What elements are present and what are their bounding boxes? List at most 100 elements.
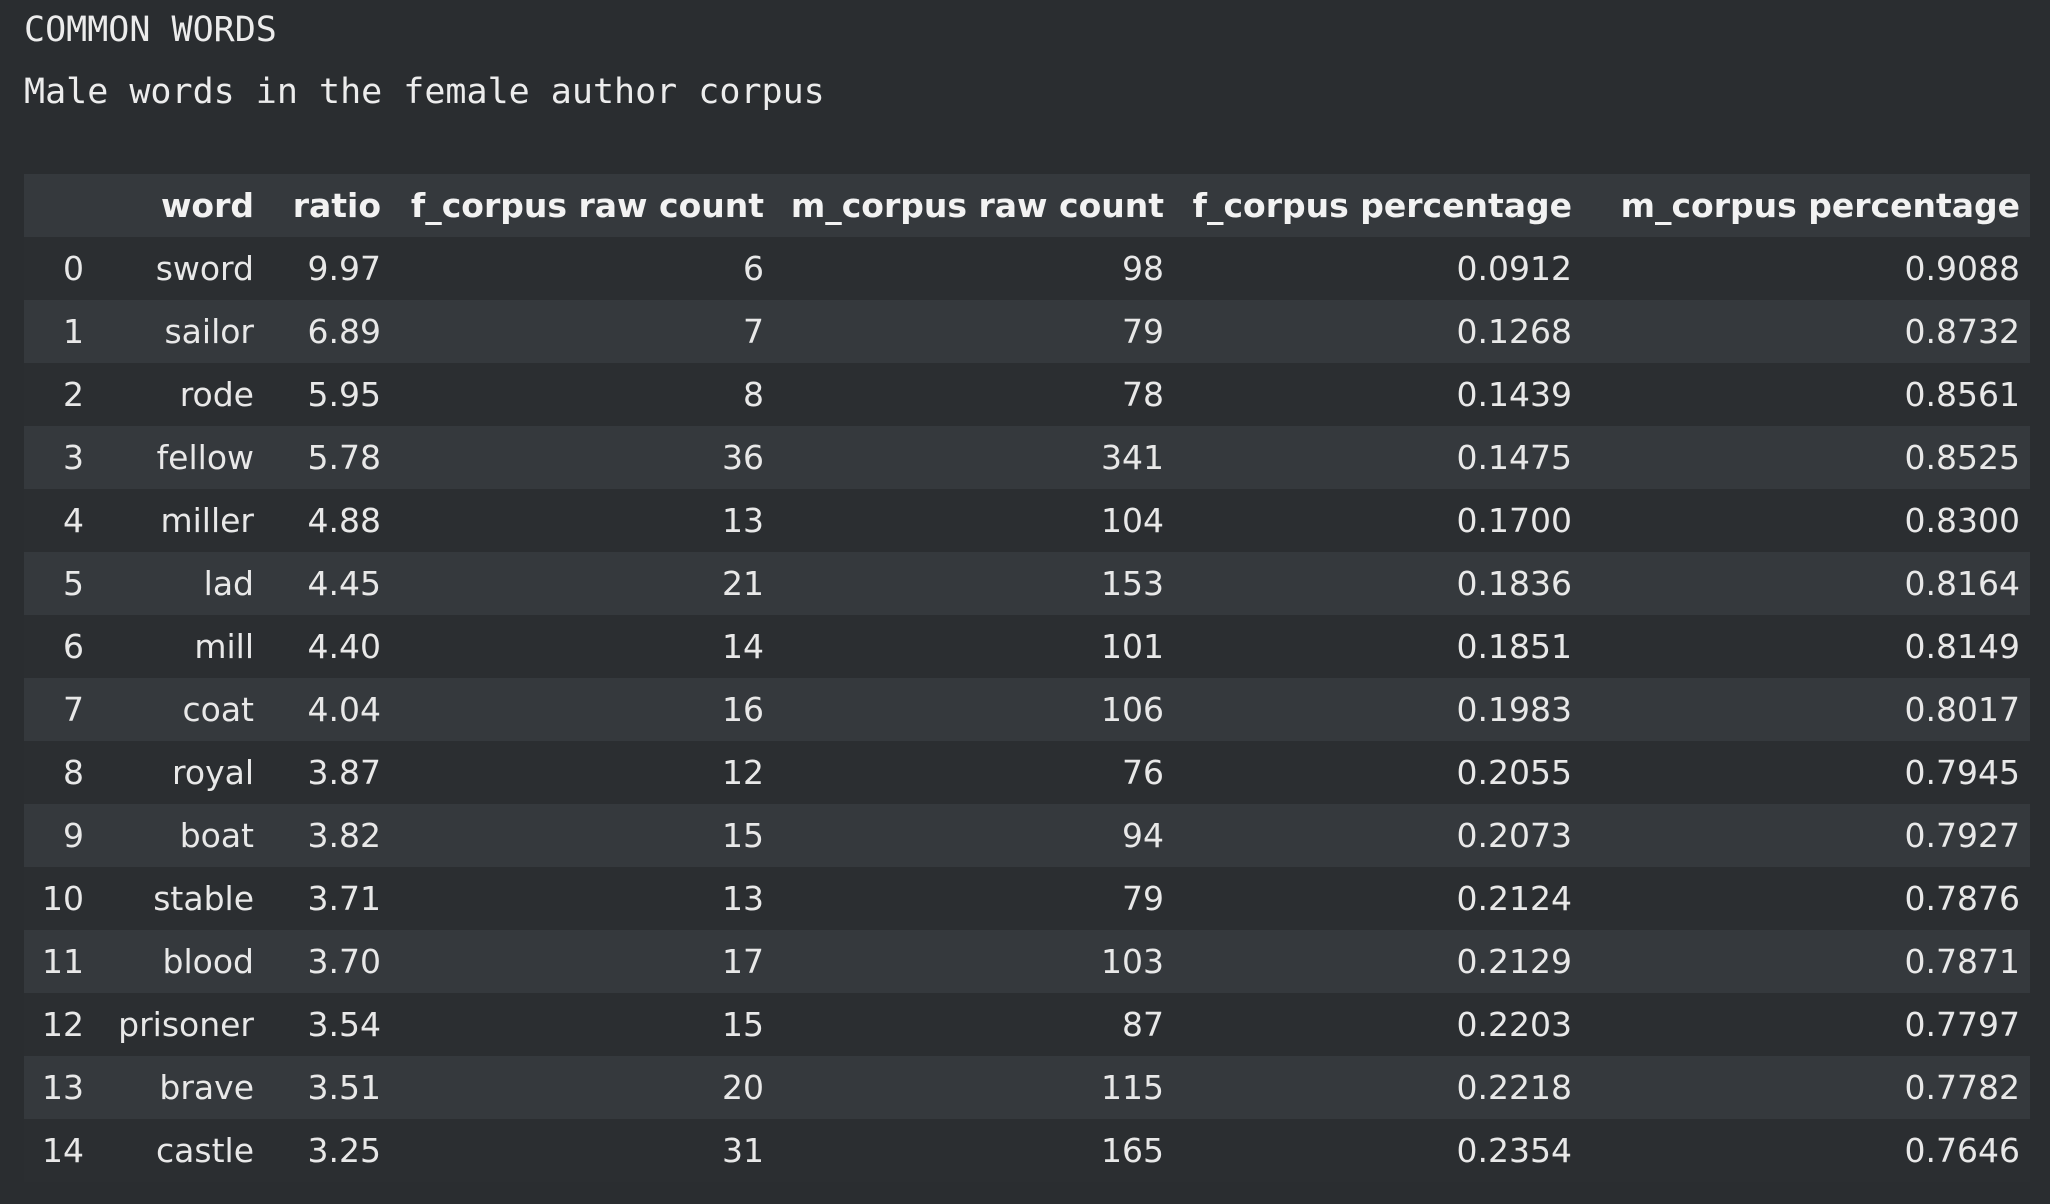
m-corpus-raw-count-cell: 103 (1101, 942, 1164, 981)
f-corpus-percentage-cell: 0.1475 (1456, 438, 1572, 477)
word-cell: brave (159, 1068, 254, 1107)
f-corpus-percentage-cell: 0.2055 (1456, 753, 1572, 792)
f-corpus-raw-count-cell: 13 (722, 879, 764, 918)
f-corpus-percentage-cell: 0.1268 (1456, 312, 1572, 351)
table-row: 12 prisoner 3.54 15 87 0.2203 0.7797 (24, 993, 2030, 1056)
column-header-f-corpus-raw-count: f_corpus raw count (410, 186, 764, 225)
ratio-cell: 4.40 (307, 627, 381, 666)
table-row: 9 boat 3.82 15 94 0.2073 0.7927 (24, 804, 2030, 867)
ratio-cell: 3.51 (307, 1068, 381, 1107)
row-index-cell: 6 (63, 627, 84, 666)
m-corpus-raw-count-cell: 341 (1101, 438, 1164, 477)
word-cell: blood (162, 942, 254, 981)
row-index-cell: 1 (63, 312, 84, 351)
column-header-word: word (160, 186, 254, 225)
ratio-cell: 4.04 (307, 690, 381, 729)
word-cell: sailor (164, 312, 254, 351)
f-corpus-percentage-cell: 0.2124 (1456, 879, 1572, 918)
row-index-cell: 9 (63, 816, 84, 855)
output-title: COMMON WORDS (24, 10, 277, 50)
table-row: 3 fellow 5.78 36 341 0.1475 0.8525 (24, 426, 2030, 489)
m-corpus-raw-count-cell: 79 (1122, 312, 1164, 351)
word-cell: coat (182, 690, 255, 729)
ratio-cell: 3.70 (307, 942, 381, 981)
table-row: 4 miller 4.88 13 104 0.1700 0.8300 (24, 489, 2030, 552)
f-corpus-raw-count-cell: 8 (743, 375, 764, 414)
f-corpus-percentage-cell: 0.1983 (1456, 690, 1572, 729)
m-corpus-percentage-cell: 0.8561 (1904, 375, 2020, 414)
m-corpus-raw-count-cell: 104 (1101, 501, 1164, 540)
ratio-cell: 5.95 (307, 375, 381, 414)
f-corpus-raw-count-cell: 15 (722, 816, 764, 855)
f-corpus-raw-count-cell: 31 (722, 1131, 764, 1170)
row-index-cell: 11 (42, 942, 84, 981)
row-index-cell: 7 (63, 690, 84, 729)
ratio-cell: 3.82 (307, 816, 381, 855)
f-corpus-raw-count-cell: 12 (722, 753, 764, 792)
m-corpus-raw-count-cell: 87 (1122, 1005, 1164, 1044)
table-row: 14 castle 3.25 31 165 0.2354 0.7646 (24, 1119, 2030, 1182)
word-cell: miller (160, 501, 254, 540)
f-corpus-raw-count-cell: 6 (743, 249, 764, 288)
f-corpus-percentage-cell: 0.2073 (1456, 816, 1572, 855)
m-corpus-raw-count-cell: 94 (1122, 816, 1164, 855)
table-row: 7 coat 4.04 16 106 0.1983 0.8017 (24, 678, 2030, 741)
m-corpus-raw-count-cell: 165 (1101, 1131, 1164, 1170)
word-cell: prisoner (118, 1005, 254, 1044)
m-corpus-raw-count-cell: 101 (1101, 627, 1164, 666)
ratio-cell: 4.45 (307, 564, 381, 603)
m-corpus-percentage-cell: 0.7782 (1904, 1068, 2020, 1107)
ratio-cell: 3.54 (307, 1005, 381, 1044)
row-index-cell: 12 (42, 1005, 84, 1044)
word-cell: royal (172, 753, 254, 792)
ratio-cell: 3.87 (307, 753, 381, 792)
f-corpus-raw-count-cell: 14 (722, 627, 764, 666)
ratio-cell: 3.71 (307, 879, 381, 918)
f-corpus-percentage-cell: 0.2218 (1456, 1068, 1572, 1107)
f-corpus-percentage-cell: 0.0912 (1456, 249, 1572, 288)
m-corpus-percentage-cell: 0.7876 (1904, 879, 2020, 918)
m-corpus-percentage-cell: 0.7797 (1904, 1005, 2020, 1044)
table-row: 11 blood 3.70 17 103 0.2129 0.7871 (24, 930, 2030, 993)
m-corpus-percentage-cell: 0.7945 (1904, 753, 2020, 792)
table-body: 0 sword 9.97 6 98 0.0912 0.9088 1 sailor 6.89 7 79 0… (24, 237, 2030, 1182)
m-corpus-percentage-cell: 0.8017 (1904, 690, 2020, 729)
row-index-cell: 5 (63, 564, 84, 603)
ratio-cell: 4.88 (307, 501, 381, 540)
m-corpus-raw-count-cell: 115 (1101, 1068, 1164, 1107)
table-row: 2 rode 5.95 8 78 0.1439 0.8561 (24, 363, 2030, 426)
table-row: 0 sword 9.97 6 98 0.0912 0.9088 (24, 237, 2030, 300)
m-corpus-raw-count-cell: 98 (1122, 249, 1164, 288)
f-corpus-percentage-cell: 0.1851 (1456, 627, 1572, 666)
f-corpus-raw-count-cell: 16 (722, 690, 764, 729)
output-subtitle: Male words in the female author corpus (24, 72, 825, 112)
m-corpus-raw-count-cell: 106 (1101, 690, 1164, 729)
table-row: 8 royal 3.87 12 76 0.2055 0.7945 (24, 741, 2030, 804)
word-cell: stable (153, 879, 254, 918)
column-header-index (24, 174, 94, 237)
f-corpus-percentage-cell: 0.1700 (1456, 501, 1572, 540)
row-index-cell: 14 (42, 1131, 84, 1170)
m-corpus-percentage-cell: 0.9088 (1904, 249, 2020, 288)
column-header-f-corpus-percentage: f_corpus percentage (1192, 186, 1572, 225)
ratio-cell: 6.89 (307, 312, 381, 351)
f-corpus-percentage-cell: 0.1836 (1456, 564, 1572, 603)
ratio-cell: 9.97 (307, 249, 381, 288)
column-header-m-corpus-percentage: m_corpus percentage (1620, 186, 2020, 225)
column-header-m-corpus-raw-count: m_corpus raw count (790, 186, 1164, 225)
f-corpus-raw-count-cell: 36 (722, 438, 764, 477)
ratio-cell: 3.25 (307, 1131, 381, 1170)
m-corpus-percentage-cell: 0.8164 (1904, 564, 2020, 603)
dataframe-table-container: word ratio f_corpus raw count m_corpus r… (24, 174, 2030, 1182)
word-cell: fellow (156, 438, 254, 477)
row-index-cell: 3 (63, 438, 84, 477)
m-corpus-percentage-cell: 0.8300 (1904, 501, 2020, 540)
f-corpus-raw-count-cell: 7 (743, 312, 764, 351)
word-cell: castle (156, 1131, 254, 1170)
m-corpus-percentage-cell: 0.7646 (1904, 1131, 2020, 1170)
table-header-row: word ratio f_corpus raw count m_corpus r… (24, 174, 2030, 237)
table-row: 13 brave 3.51 20 115 0.2218 0.7782 (24, 1056, 2030, 1119)
f-corpus-percentage-cell: 0.2203 (1456, 1005, 1572, 1044)
ratio-cell: 5.78 (307, 438, 381, 477)
table-row: 10 stable 3.71 13 79 0.2124 0.7876 (24, 867, 2030, 930)
